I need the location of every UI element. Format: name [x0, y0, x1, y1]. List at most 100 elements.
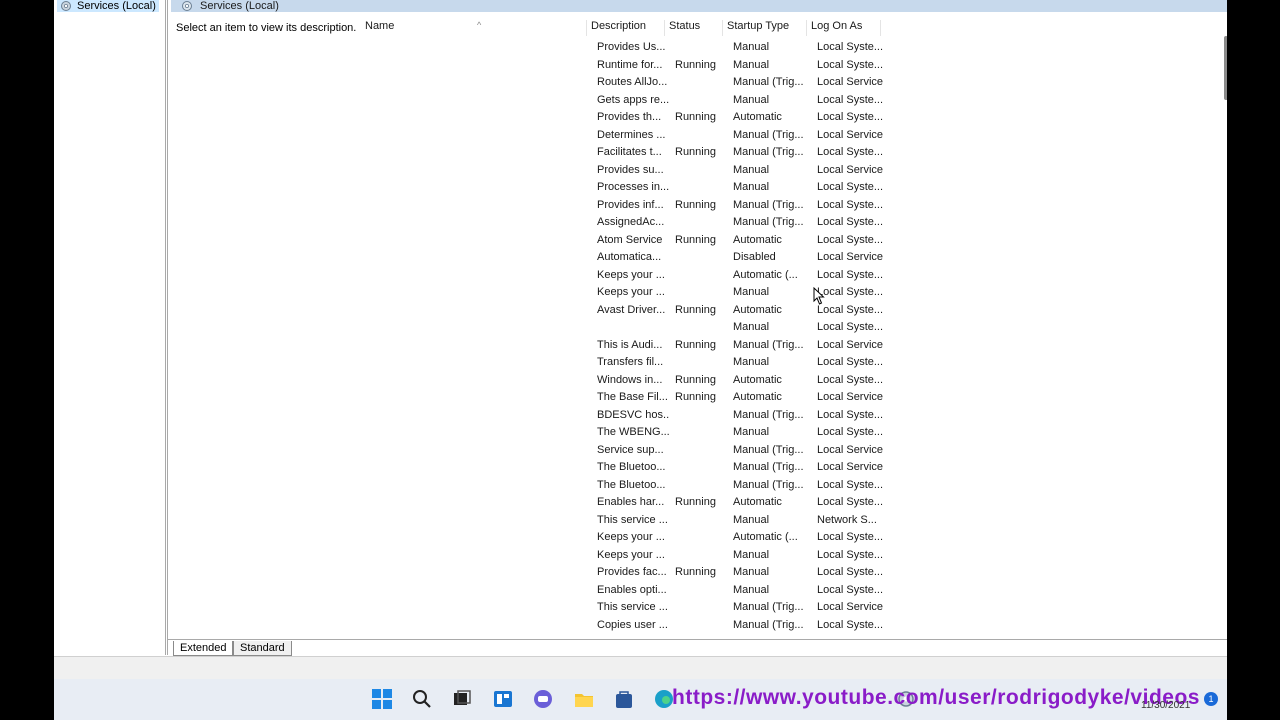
service-description: Provides su...: [597, 163, 664, 176]
service-description: Atom Service: [597, 233, 663, 246]
column-header-name[interactable]: Name ^: [361, 20, 587, 36]
table-row[interactable]: Avast Driver UpdaterAvast Driver...Runni…: [361, 302, 1225, 320]
table-row[interactable]: Application ManagementProcesses in...Man…: [361, 179, 1225, 197]
table-row[interactable]: CaptureService_7bb08Enables opti...Manua…: [361, 582, 1225, 600]
service-status: Running: [675, 233, 716, 246]
table-row[interactable]: Avast Secure Browser Elevation Service (…: [361, 319, 1225, 337]
table-row[interactable]: Brave Update Service (bravem)Keeps your …: [361, 547, 1225, 565]
service-description: The Base Fil...: [597, 391, 668, 403]
column-header-description[interactable]: Description: [587, 20, 665, 36]
gear-icon: [181, 0, 194, 13]
service-startup-type: Manual: [733, 356, 770, 368]
service-description: Processes in...: [597, 181, 669, 193]
table-row[interactable]: Application Layer Gateway ServiceProvide…: [361, 162, 1225, 180]
table-row[interactable]: Avast Browser Update Service (avast)Keep…: [361, 267, 1225, 285]
service-startup-type: Automatic: [733, 391, 782, 403]
service-log-on-as: Local Syste...: [817, 216, 884, 228]
service-startup-type: Manual (Trig...: [733, 408, 804, 421]
service-startup-type: Manual (Trig...: [733, 198, 804, 211]
table-row[interactable]: AppX Deployment Service (AppXSVC)Provide…: [361, 197, 1225, 215]
service-description: Copies user ...: [597, 618, 668, 631]
services-list[interactable]: Name ^ Description Status Startup Type L…: [361, 12, 1225, 638]
service-log-on-as: Local Service: [817, 461, 884, 473]
file-explorer-icon[interactable]: [572, 687, 596, 711]
widgets-icon[interactable]: [491, 687, 515, 711]
service-startup-type: Automatic: [733, 303, 782, 316]
tab-extended[interactable]: Extended: [173, 641, 234, 656]
table-row[interactable]: AssignedAccessManager ServiceAssignedAc.…: [361, 214, 1225, 232]
description-hint: Select an item to view its description.: [176, 22, 357, 34]
table-row[interactable]: Background Intelligent Transfer ServiceT…: [361, 354, 1225, 372]
letterbox-right: [1227, 0, 1280, 720]
tree-item-services-local[interactable]: Services (Local): [57, 0, 159, 12]
service-status: Running: [675, 303, 716, 316]
column-header-startup-type[interactable]: Startup Type: [723, 20, 807, 36]
chat-icon[interactable]: [531, 687, 555, 711]
service-startup-type: Automatic: [733, 233, 782, 246]
service-startup-type: Manual: [733, 58, 770, 71]
service-description: Provides inf...: [597, 198, 664, 211]
table-row[interactable]: Agent Activation Runtime_7bb08Runtime fo…: [361, 57, 1225, 75]
service-log-on-as: Local Syste...: [817, 531, 884, 543]
table-row[interactable]: Bonjour ServiceEnables har...RunningAuto…: [361, 494, 1225, 512]
table-row[interactable]: Cellular TimeThis service ...Manual (Tri…: [361, 599, 1225, 617]
service-status: Running: [675, 198, 716, 211]
service-description: Transfers fil...: [597, 356, 664, 368]
table-row[interactable]: Application InformationFacilitates t...R…: [361, 144, 1225, 162]
table-row[interactable]: Bluetooth User Support Service_7bb08The …: [361, 477, 1225, 495]
service-description: AssignedAc...: [597, 216, 665, 228]
table-row[interactable]: Certificate PropagationCopies user ...Ma…: [361, 617, 1225, 635]
service-log-on-as: Local Service: [817, 601, 884, 613]
service-startup-type: Automatic (...: [733, 268, 798, 281]
table-row[interactable]: AllJoyn Router ServiceRoutes AllJo...Man…: [361, 74, 1225, 92]
table-row[interactable]: Application IdentityDetermines ...Manual…: [361, 127, 1225, 145]
search-icon[interactable]: [410, 687, 434, 711]
table-row[interactable]: BitLocker Drive Encryption ServiceBDESVC…: [361, 407, 1225, 425]
view-tabs: Extended Standard: [168, 639, 1227, 656]
service-log-on-as: Local Syste...: [817, 286, 884, 298]
table-row[interactable]: Apple Mobile Device ServiceProvides th..…: [361, 109, 1225, 127]
table-row[interactable]: Block Level Backup Engine ServiceThe WBE…: [361, 424, 1225, 442]
service-startup-type: Manual: [733, 513, 770, 526]
service-log-on-as: Local Syste...: [817, 93, 884, 106]
table-row[interactable]: Base Filtering EngineThe Base Fil...Runn…: [361, 389, 1225, 407]
service-startup-type: Manual: [733, 426, 770, 438]
service-log-on-as: Local Syste...: [817, 373, 884, 386]
service-log-on-as: Network S...: [817, 513, 877, 526]
table-row[interactable]: Brave Update Service (brave)Keeps your .…: [361, 529, 1225, 547]
service-log-on-as: Local Syste...: [817, 58, 884, 71]
service-startup-type: Manual: [733, 321, 770, 333]
table-row[interactable]: Atom ServiceAtom ServiceRunningAutomatic…: [361, 232, 1225, 250]
table-row[interactable]: Bluetooth Support ServiceThe Bluetoo...M…: [361, 459, 1225, 477]
table-row[interactable]: App ReadinessGets apps re...ManualLocal …: [361, 92, 1225, 110]
start-icon[interactable]: [370, 687, 394, 711]
table-row[interactable]: Background Tasks Infrastructure ServiceW…: [361, 372, 1225, 390]
service-log-on-as: Local Syste...: [817, 146, 884, 158]
service-log-on-as: Local Syste...: [817, 303, 884, 316]
service-description: This service ...: [597, 601, 668, 613]
column-label: Name: [365, 20, 395, 32]
column-header-status[interactable]: Status: [665, 20, 723, 36]
service-log-on-as: Local Syste...: [817, 41, 884, 53]
table-row[interactable]: BranchCacheThis service ...ManualNetwork…: [361, 512, 1225, 530]
column-header-log-on-as[interactable]: Log On As: [807, 20, 881, 36]
table-row[interactable]: Avast Browser Update Service (avastm)Kee…: [361, 284, 1225, 302]
task-view-icon[interactable]: [450, 687, 474, 711]
table-row[interactable]: AVCTP serviceThis is Audi...RunningManua…: [361, 337, 1225, 355]
service-startup-type: Automatic (...: [733, 531, 798, 543]
table-row[interactable]: Auto Time Zone UpdaterAutomatica...Disab…: [361, 249, 1225, 267]
watermark-url: https://www.youtube.com/user/rodrigodyke…: [672, 686, 1200, 709]
service-startup-type: Manual: [733, 583, 770, 596]
service-startup-type: Manual (Trig...: [733, 478, 804, 491]
service-description: Runtime for...: [597, 58, 663, 71]
tab-standard[interactable]: Standard: [233, 641, 292, 656]
table-row[interactable]: Bluetooth Audio Gateway ServiceService s…: [361, 442, 1225, 460]
clock-date: 11/30/2021: [1141, 700, 1191, 711]
table-row[interactable]: Capability Access Manager ServiceProvide…: [361, 564, 1225, 582]
table-row[interactable]: ActiveX Installer (AxInstSV)Provides Us.…: [361, 39, 1225, 57]
store-icon[interactable]: [612, 687, 636, 711]
service-description: BDESVC hos...: [597, 408, 669, 421]
column-label: Log On As: [811, 20, 863, 32]
notification-badge[interactable]: 1: [1204, 692, 1218, 706]
service-description: Avast Driver...: [597, 303, 666, 316]
